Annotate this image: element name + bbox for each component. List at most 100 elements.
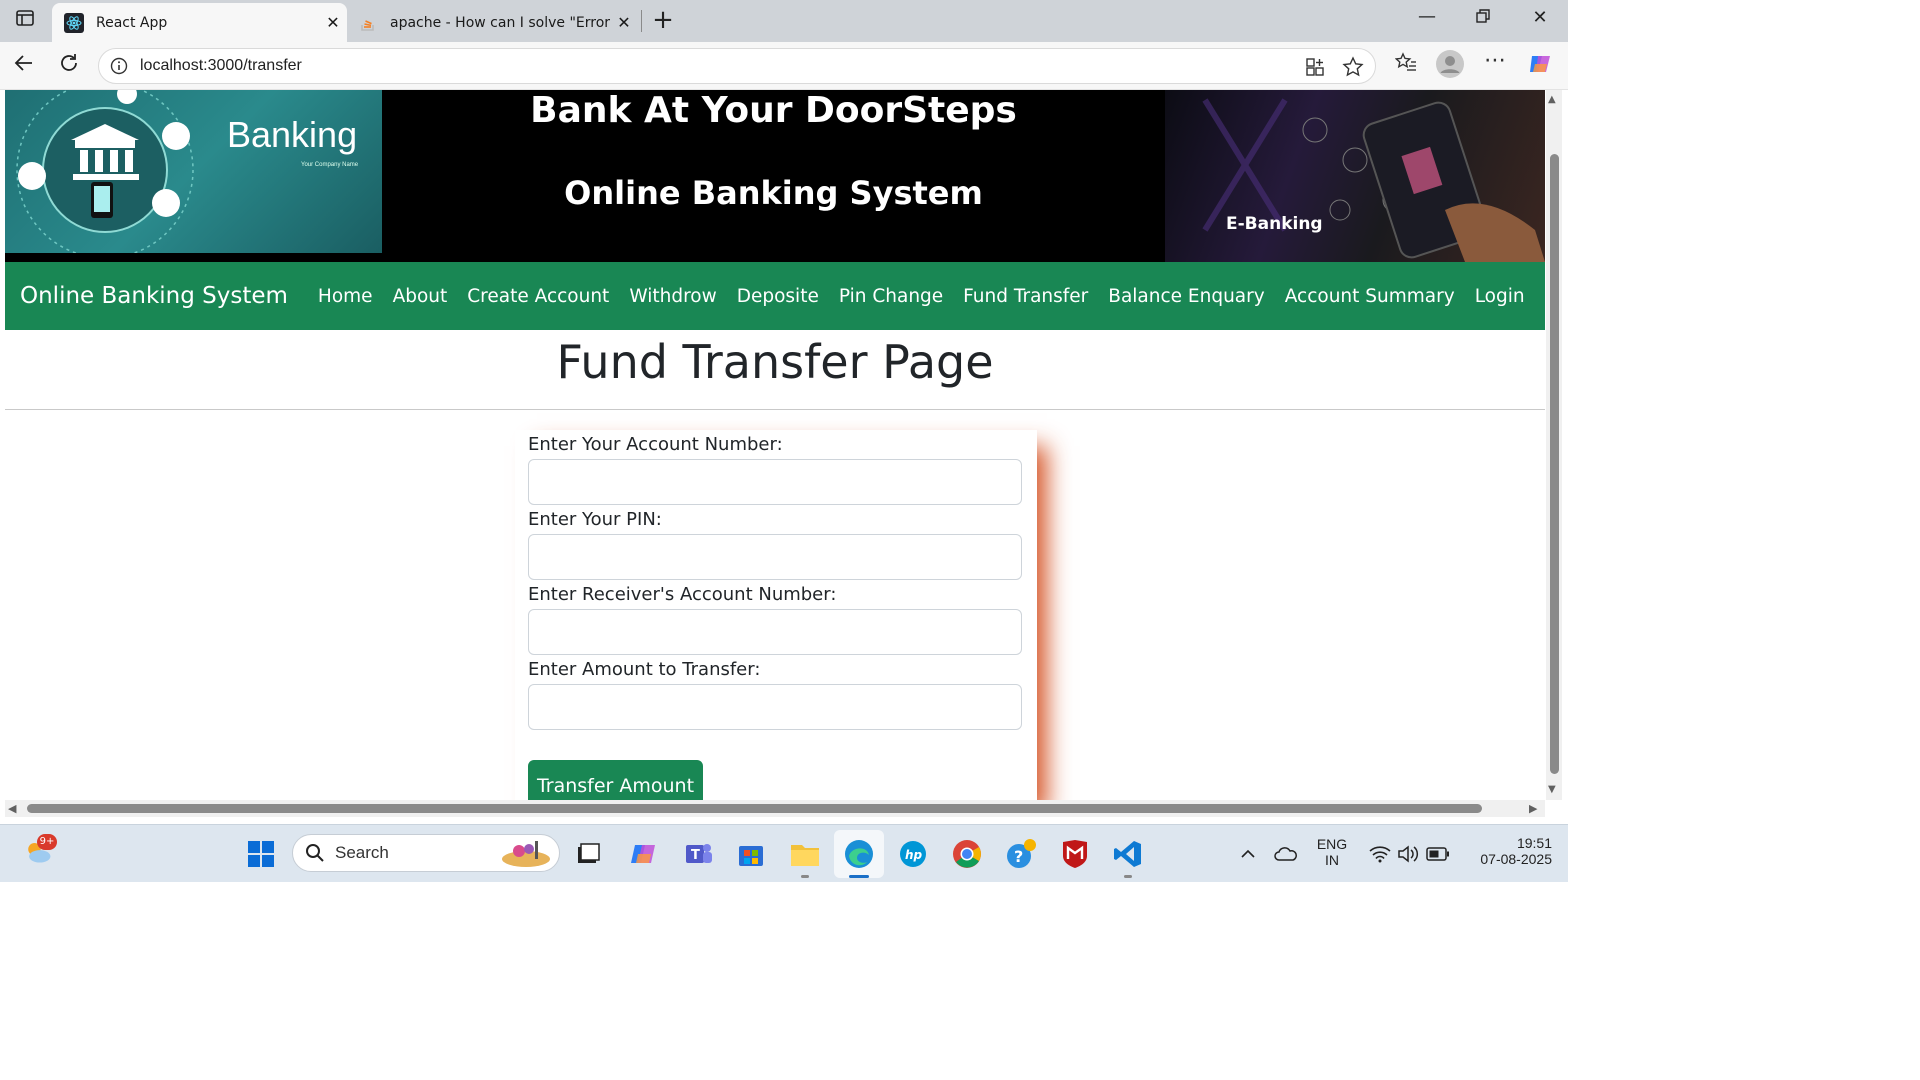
scroll-up-icon[interactable]: ▲ <box>1548 94 1556 105</box>
language-line2: IN <box>1325 852 1339 868</box>
close-window-icon[interactable]: ✕ <box>1525 7 1555 28</box>
navbar-brand[interactable]: Online Banking System <box>20 283 288 309</box>
edge-icon[interactable] <box>843 838 875 870</box>
search-icon <box>305 843 325 863</box>
copilot-icon[interactable] <box>1526 50 1554 83</box>
search-highlight-icon <box>501 837 551 869</box>
close-tab-icon[interactable]: ✕ <box>319 13 347 32</box>
teams-icon[interactable]: T <box>682 838 714 870</box>
nav-deposit[interactable]: Deposite <box>737 286 819 307</box>
chrome-icon[interactable] <box>951 838 983 870</box>
nav-withdraw[interactable]: Withdrow <box>629 286 716 307</box>
account-number-input[interactable] <box>528 459 1022 505</box>
hp-icon[interactable]: hp <box>897 838 929 870</box>
horizontal-scrollbar[interactable]: ◀ ▶ <box>5 800 1545 817</box>
new-tab-icon[interactable]: + <box>648 5 678 35</box>
tab-react-app[interactable]: React App ✕ <box>52 3 347 42</box>
search-label: Search <box>335 843 389 862</box>
tab-label: React App <box>96 14 168 31</box>
receiver-account-input[interactable] <box>528 609 1022 655</box>
stackoverflow-icon <box>358 13 378 33</box>
task-view-icon[interactable] <box>572 838 604 870</box>
more-menu-icon[interactable]: ⋯ <box>1481 48 1509 73</box>
favorite-star-icon[interactable] <box>1339 56 1367 78</box>
mcafee-icon[interactable] <box>1059 838 1091 870</box>
pin-label: Enter Your PIN: <box>528 509 662 530</box>
nav-account-summary[interactable]: Account Summary <box>1285 286 1455 307</box>
taskbar-search[interactable]: Search <box>292 834 560 872</box>
windows-start-icon[interactable] <box>245 838 277 870</box>
microsoft-store-icon[interactable] <box>735 838 767 870</box>
favorites-icon[interactable] <box>1392 52 1420 79</box>
tab-apache[interactable]: apache - How can I solve "Error: M ✕ <box>350 3 638 42</box>
tab-actions-icon[interactable] <box>10 8 40 33</box>
close-tab-icon[interactable]: ✕ <box>610 13 638 32</box>
banner-heading: Bank At Your DoorSteps <box>530 90 1017 131</box>
help-icon[interactable]: ? <box>1005 838 1037 870</box>
amount-label: Enter Amount to Transfer: <box>528 659 761 680</box>
title-divider <box>5 409 1545 410</box>
svg-text:T: T <box>691 848 700 863</box>
edge-running-indicator <box>849 875 869 878</box>
copilot-taskbar-icon[interactable] <box>628 838 660 870</box>
react-icon <box>64 12 84 33</box>
weather-badge: 9+ <box>37 834 57 850</box>
fund-transfer-form: Enter Your Account Number: Enter Your PI… <box>515 430 1037 800</box>
vscode-running-indicator <box>1124 875 1132 878</box>
ebanking-label: E-Banking <box>1226 214 1323 234</box>
battery-icon[interactable] <box>1422 838 1454 870</box>
back-icon[interactable] <box>10 52 38 79</box>
page-content: Banking Your Company Name Bank At Your D… <box>5 90 1545 800</box>
profile-avatar-icon[interactable] <box>1436 50 1464 83</box>
tab-divider <box>641 10 642 32</box>
nav-about[interactable]: About <box>393 286 448 307</box>
vscode-icon[interactable] <box>1112 838 1144 870</box>
pin-input[interactable] <box>528 534 1022 580</box>
scroll-down-icon[interactable]: ▼ <box>1548 784 1556 795</box>
address-bar[interactable]: localhost:3000/transfer <box>98 48 1376 84</box>
svg-text:hp: hp <box>905 848 923 862</box>
url-text: localhost:3000/transfer <box>140 57 302 74</box>
transfer-amount-button[interactable]: Transfer Amount <box>528 760 703 800</box>
amount-input[interactable] <box>528 684 1022 730</box>
windows-taskbar: 9+ Search T hp ? ENG IN 19:51 07-08-2025 <box>0 824 1568 882</box>
nav-fund-transfer[interactable]: Fund Transfer <box>963 286 1088 307</box>
page-title: Fund Transfer Page <box>556 335 994 389</box>
banking-logo-image: Banking Your Company Name <box>5 90 382 253</box>
reload-icon[interactable] <box>55 52 83 79</box>
show-hidden-icons-icon[interactable] <box>1232 838 1264 870</box>
banner-subheading: Online Banking System <box>564 174 983 212</box>
nav-pin-change[interactable]: Pin Change <box>839 286 943 307</box>
restore-icon[interactable] <box>1468 8 1498 29</box>
site-info-icon[interactable] <box>108 55 130 77</box>
vertical-scrollbar[interactable]: ▲ ▼ <box>1546 90 1562 800</box>
vertical-scroll-thumb[interactable] <box>1550 154 1559 774</box>
nav-login[interactable]: Login <box>1475 286 1525 307</box>
volume-icon[interactable] <box>1392 838 1424 870</box>
file-explorer-icon[interactable] <box>789 838 821 870</box>
nav-create-account[interactable]: Create Account <box>467 286 609 307</box>
banking-logo-subtext: Your Company Name <box>301 162 359 168</box>
main-navbar: Online Banking System Home About Create … <box>5 262 1545 330</box>
scroll-left-icon[interactable]: ◀ <box>8 802 16 815</box>
minimize-icon[interactable]: — <box>1412 6 1442 27</box>
nav-balance-enquiry[interactable]: Balance Enquary <box>1108 286 1264 307</box>
language-line1: ENG <box>1316 836 1348 852</box>
language-indicator[interactable]: ENG IN <box>1312 836 1352 868</box>
tab-label: apache - How can I solve "Error: M <box>390 14 610 31</box>
app-available-icon[interactable] <box>1301 56 1329 78</box>
onedrive-icon[interactable] <box>1270 838 1302 870</box>
scroll-right-icon[interactable]: ▶ <box>1529 802 1537 815</box>
clock-date: 07-08-2025 <box>1480 851 1552 867</box>
clock-time: 19:51 <box>1516 835 1552 851</box>
clock[interactable]: 19:51 07-08-2025 <box>1462 835 1552 867</box>
ebanking-image: E-Banking <box>1165 90 1545 262</box>
receiver-account-label: Enter Receiver's Account Number: <box>528 584 837 605</box>
nav-home[interactable]: Home <box>318 286 373 307</box>
account-number-label: Enter Your Account Number: <box>528 434 783 455</box>
browser-toolbar: localhost:3000/transfer ⋯ <box>0 42 1568 90</box>
header-banner: Banking Your Company Name Bank At Your D… <box>5 90 1545 262</box>
svg-text:?: ? <box>1014 847 1023 866</box>
banking-logo-text: Banking <box>227 114 358 155</box>
horizontal-scroll-thumb[interactable] <box>27 804 1482 813</box>
